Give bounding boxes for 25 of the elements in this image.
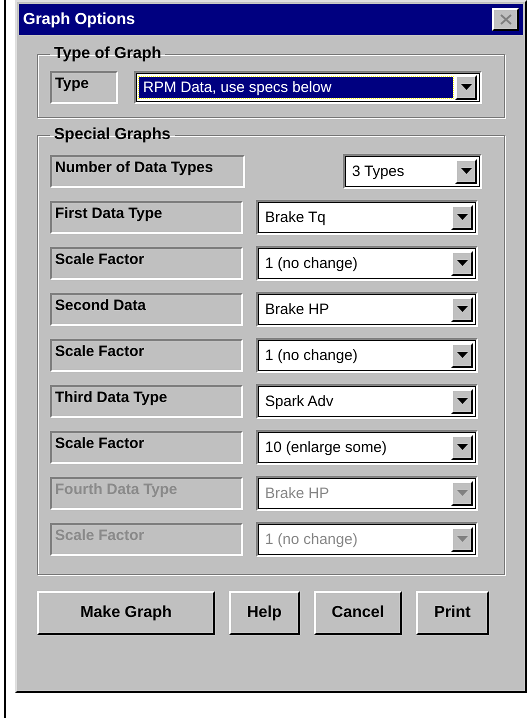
group-title: Special Graphs bbox=[53, 126, 172, 144]
dropdown[interactable]: 1 (no change) bbox=[256, 246, 478, 280]
field-label: Third Data Type bbox=[50, 384, 243, 418]
field-label: Second Data bbox=[50, 292, 243, 326]
dropdown[interactable]: RPM Data, use specs below bbox=[134, 70, 482, 104]
field-label: Type bbox=[50, 70, 118, 104]
dropdown[interactable]: Brake Tq bbox=[256, 200, 478, 234]
close-icon bbox=[500, 14, 512, 25]
close-button[interactable] bbox=[492, 8, 519, 31]
field-label: Number of Data Types bbox=[50, 154, 245, 188]
dropdown[interactable]: Brake HP bbox=[256, 292, 478, 326]
field-label: Scale Factor bbox=[50, 338, 243, 372]
field-label: Scale Factor bbox=[50, 246, 243, 280]
dialog-button[interactable]: Help bbox=[229, 591, 300, 635]
dialog-button[interactable]: Print bbox=[416, 591, 489, 635]
field-label: Scale Factor bbox=[50, 430, 243, 464]
dropdown[interactable]: 3 Types bbox=[343, 154, 482, 188]
dropdown[interactable]: 1 (no change) bbox=[256, 338, 478, 372]
window-title: Graph Options bbox=[23, 10, 135, 28]
field-label: First Data Type bbox=[50, 200, 243, 234]
dropdown[interactable]: Spark Adv bbox=[256, 384, 478, 418]
dialog-button[interactable]: Cancel bbox=[314, 591, 402, 635]
dropdown[interactable]: 10 (enlarge some) bbox=[256, 430, 478, 464]
dialog-button[interactable]: Make Graph bbox=[37, 591, 215, 635]
group-title: Type of Graph bbox=[53, 45, 162, 63]
